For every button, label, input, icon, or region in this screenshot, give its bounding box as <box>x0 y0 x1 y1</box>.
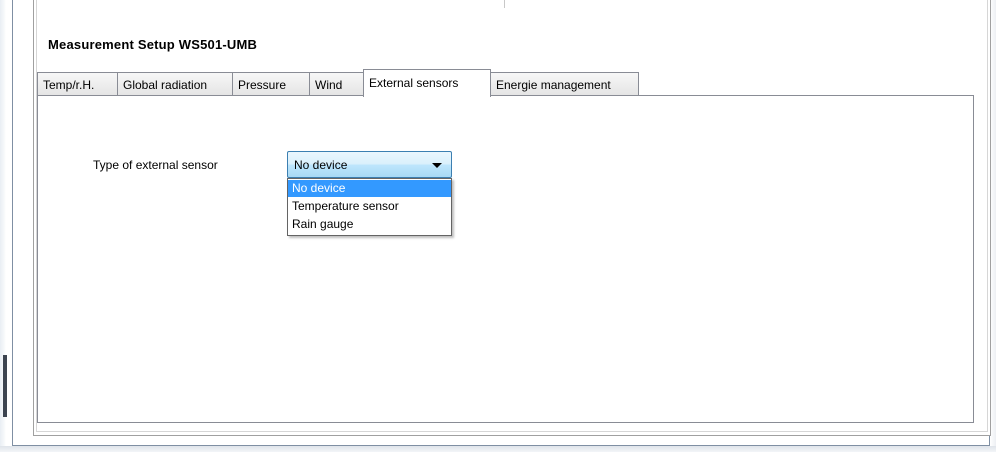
combobox-selected-value: No device <box>294 158 348 172</box>
window-bottom-edge <box>0 446 996 452</box>
external-sensor-type-dropdown-list: No device Temperature sensor Rain gauge <box>287 178 452 236</box>
tab-temp-rh[interactable]: Temp/r.H. <box>37 72 118 96</box>
tab-external-sensors[interactable]: External sensors <box>363 69 491 97</box>
external-sensor-type-combobox[interactable]: No device <box>287 151 452 178</box>
tab-pressure[interactable]: Pressure <box>232 72 310 96</box>
option-no-device[interactable]: No device <box>288 180 451 197</box>
tab-wind[interactable]: Wind <box>309 72 364 96</box>
chevron-down-icon[interactable] <box>432 163 442 168</box>
option-temperature-sensor[interactable]: Temperature sensor <box>288 198 451 215</box>
external-sensor-type-label: Type of external sensor <box>93 158 218 172</box>
tab-panel-external-sensors <box>37 95 974 423</box>
top-divider-tick <box>504 0 505 8</box>
page-title: Measurement Setup WS501-UMB <box>48 37 258 52</box>
tab-global-radiation[interactable]: Global radiation <box>117 72 233 96</box>
window-left-edge <box>0 0 12 452</box>
option-rain-gauge[interactable]: Rain gauge <box>288 216 451 233</box>
window-resize-bar <box>3 355 7 417</box>
tab-energie-management[interactable]: Energie management <box>490 72 639 96</box>
